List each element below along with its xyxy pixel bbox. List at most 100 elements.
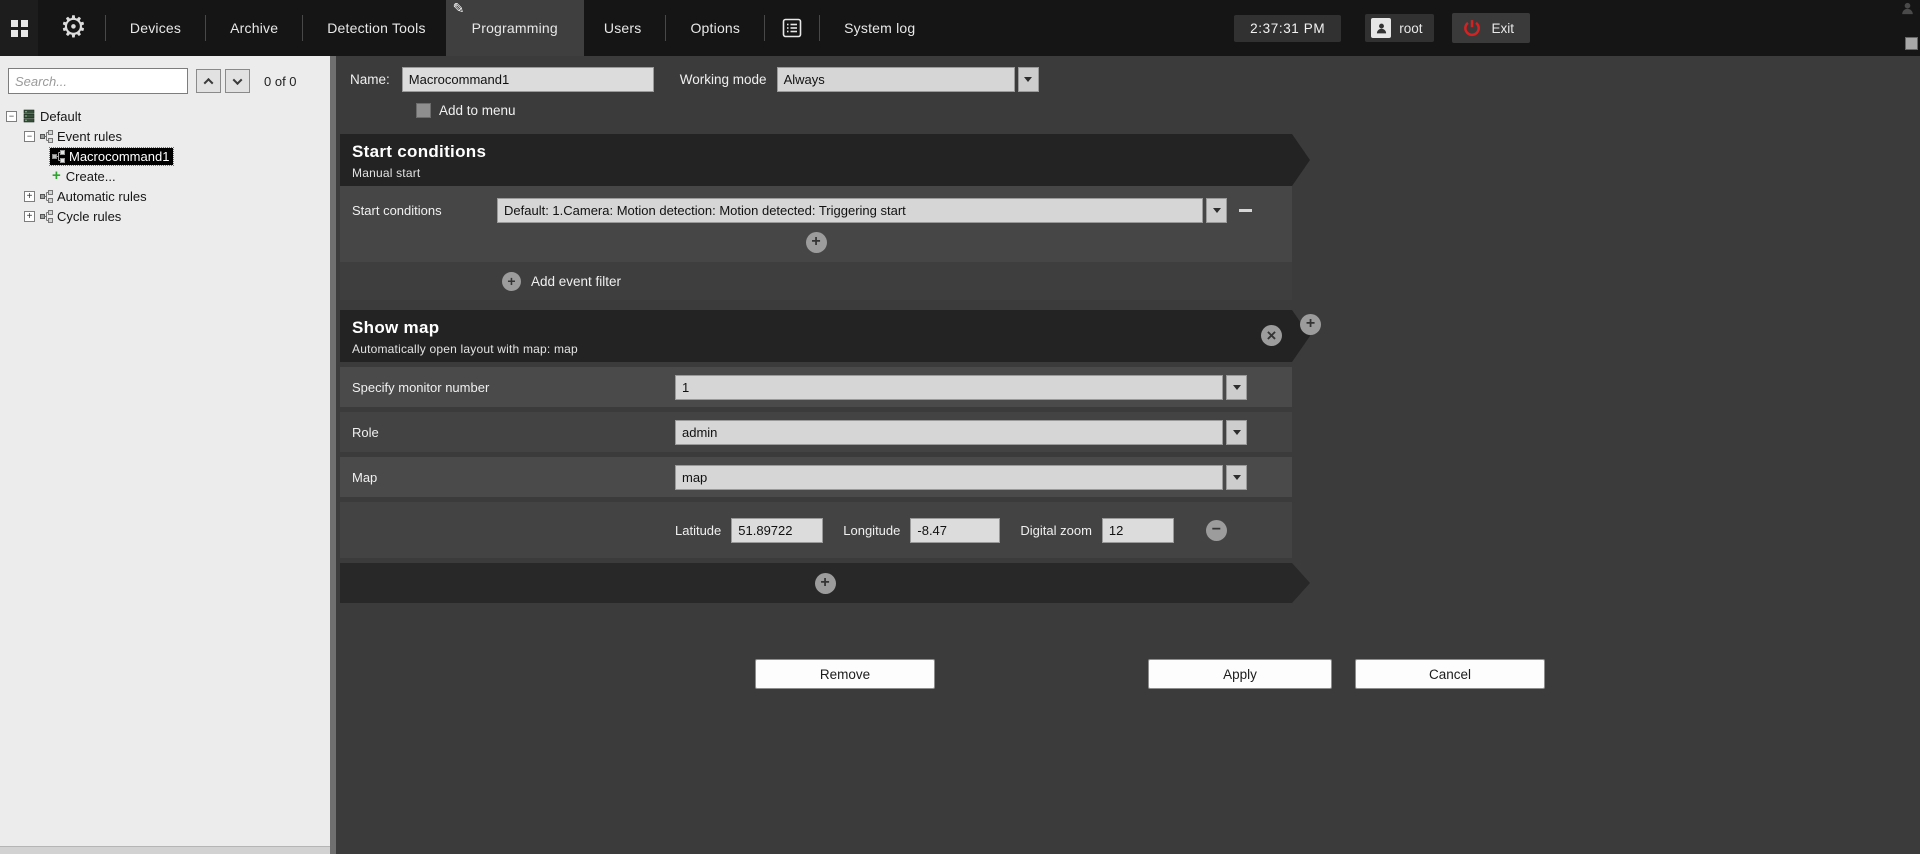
expand-expander-icon[interactable] — [24, 211, 35, 222]
map-row: Map map — [340, 457, 1292, 497]
section-title: Start conditions — [352, 142, 1310, 162]
search-prev-button[interactable] — [196, 69, 221, 93]
search-next-button[interactable] — [225, 69, 250, 93]
tree-item-default[interactable]: Default — [4, 106, 330, 126]
menu-options[interactable]: Options — [670, 0, 760, 56]
tree-item-event-rules[interactable]: Event rules — [4, 126, 330, 146]
role-select[interactable]: admin — [675, 420, 1223, 445]
start-conditions-row-label: Start conditions — [352, 203, 497, 218]
monitor-number-row: Specify monitor number 1 — [340, 367, 1292, 407]
remove-condition-button[interactable] — [1239, 209, 1252, 212]
start-condition-value: Default: 1.Camera: Motion detection: Mot… — [504, 203, 906, 218]
start-conditions-header: Start conditions Manual start — [340, 134, 1310, 186]
section-title: Show map — [352, 318, 1310, 338]
menu-separator — [302, 15, 303, 41]
footer-buttons: Remove Apply Cancel — [336, 659, 1920, 689]
collapse-expander-icon[interactable] — [6, 111, 17, 122]
user-name-label: root — [1399, 21, 1422, 36]
section-subtitle: Automatically open layout with map: map — [352, 342, 1310, 356]
digital-zoom-input[interactable] — [1102, 518, 1174, 543]
system-log-icon[interactable] — [781, 17, 803, 39]
search-input[interactable] — [8, 68, 188, 94]
tree-item-create[interactable]: Create... — [4, 166, 330, 186]
caret-down-icon — [1233, 430, 1241, 435]
power-icon — [1462, 18, 1482, 38]
role-value: admin — [682, 425, 717, 440]
chevron-down-icon — [233, 75, 243, 85]
menu-archive[interactable]: Archive — [210, 0, 298, 56]
start-conditions-section: Start conditions Manual start Start cond… — [340, 134, 1310, 300]
longitude-input[interactable] — [910, 518, 1000, 543]
add-action-row-button[interactable] — [815, 573, 836, 594]
exit-button[interactable]: Exit — [1452, 13, 1530, 43]
corner-user-icon — [1900, 1, 1915, 19]
macro-name-input[interactable] — [402, 67, 654, 92]
user-badge[interactable]: root — [1365, 14, 1434, 42]
create-plus-icon — [52, 170, 61, 182]
start-condition-select[interactable]: Default: 1.Camera: Motion detection: Mot… — [497, 198, 1203, 223]
add-to-menu-checkbox[interactable] — [416, 103, 431, 118]
map-dropdown-button[interactable] — [1226, 465, 1247, 490]
menu-separator — [764, 15, 765, 41]
map-coordinates-row: Latitude Longitude Digital zoom — [340, 502, 1292, 558]
working-mode-label: Working mode — [680, 72, 767, 87]
corner-panel-handle[interactable] — [1905, 37, 1918, 50]
remove-map-params-button[interactable] — [1206, 520, 1227, 541]
working-mode-value: Always — [784, 72, 825, 87]
latitude-label: Latitude — [675, 523, 721, 538]
monitor-number-dropdown-button[interactable] — [1226, 375, 1247, 400]
tree-item-label: Automatic rules — [57, 189, 147, 204]
menu-detection-tools[interactable]: Detection Tools — [307, 0, 445, 56]
menu-users[interactable]: Users — [584, 0, 662, 56]
add-action-band — [340, 563, 1310, 603]
remove-button[interactable]: Remove — [755, 659, 935, 689]
add-condition-button[interactable] — [806, 232, 827, 253]
tree-item-cycle-rules[interactable]: Cycle rules — [4, 206, 330, 226]
menu-devices[interactable]: Devices — [110, 0, 201, 56]
latitude-input[interactable] — [731, 518, 823, 543]
caret-down-icon — [1233, 385, 1241, 390]
rule-branch-icon — [40, 210, 53, 223]
menu-system-log[interactable]: System log — [824, 0, 935, 56]
show-map-section: Show map Automatically open layout with … — [340, 310, 1310, 603]
tree-item-automatic-rules[interactable]: Automatic rules — [4, 186, 330, 206]
collapse-expander-icon[interactable] — [24, 131, 35, 142]
menu-separator — [205, 15, 206, 41]
tree-item-label: Create... — [66, 169, 116, 184]
menu-separator — [105, 15, 106, 41]
role-label: Role — [352, 425, 675, 440]
add-event-filter-button[interactable] — [502, 272, 521, 291]
map-select[interactable]: map — [675, 465, 1223, 490]
user-icon — [1371, 18, 1391, 38]
working-mode-dropdown-button[interactable] — [1018, 67, 1039, 92]
map-value: map — [682, 470, 707, 485]
monitor-number-select[interactable]: 1 — [675, 375, 1223, 400]
rule-branch-icon — [52, 150, 65, 163]
add-event-filter-row: Add event filter — [340, 262, 1292, 300]
settings-gear-icon[interactable]: ⚙ — [60, 0, 87, 56]
add-to-menu-label: Add to menu — [439, 103, 516, 118]
tree-item-macrocommand[interactable]: Macrocommand1 — [4, 146, 330, 166]
cancel-button[interactable]: Cancel — [1355, 659, 1545, 689]
menu-separator — [665, 15, 666, 41]
apply-button[interactable]: Apply — [1148, 659, 1332, 689]
rule-branch-icon — [40, 130, 53, 143]
remove-action-button[interactable] — [1261, 325, 1282, 346]
caret-down-icon — [1233, 475, 1241, 480]
rule-branch-icon — [40, 190, 53, 203]
macro-editor-panel: Name: Working mode Always Add to menu St… — [330, 56, 1920, 854]
menu-programming-active-tab[interactable]: ✎ Programming — [446, 0, 584, 56]
add-to-menu-row: Add to menu — [416, 100, 1920, 120]
expand-expander-icon[interactable] — [24, 191, 35, 202]
menu-separator — [819, 15, 820, 41]
role-dropdown-button[interactable] — [1226, 420, 1247, 445]
start-condition-dropdown-button[interactable] — [1206, 198, 1227, 223]
selected-tree-item[interactable]: Macrocommand1 — [50, 148, 173, 165]
apps-grid-icon[interactable] — [0, 0, 38, 56]
add-action-button[interactable] — [1300, 314, 1321, 335]
map-label: Map — [352, 470, 675, 485]
start-condition-row: Start conditions Default: 1.Camera: Moti… — [340, 198, 1292, 223]
tree-item-label: Default — [40, 109, 81, 124]
tree-item-label: Cycle rules — [57, 209, 121, 224]
working-mode-select[interactable]: Always — [777, 67, 1015, 92]
